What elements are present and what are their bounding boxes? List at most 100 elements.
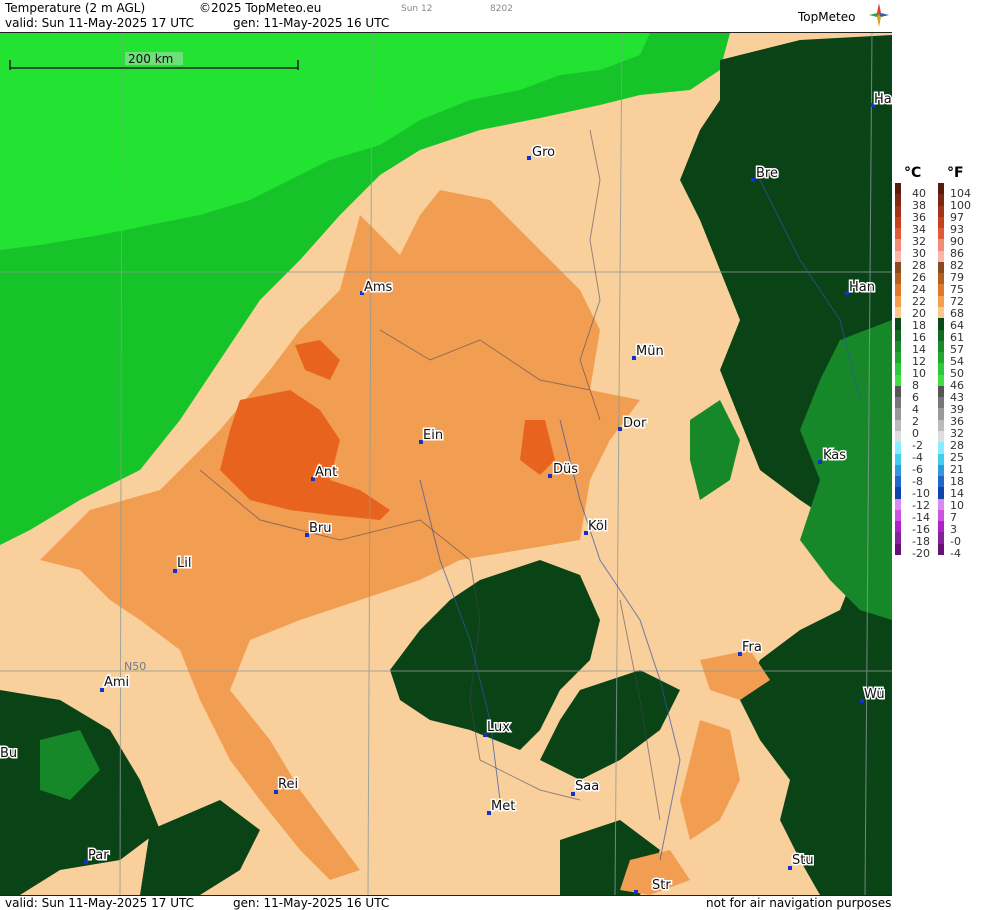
legend-swatch (895, 363, 901, 376)
legend-fahrenheit-label: 79 (950, 271, 964, 284)
legend-swatch (938, 273, 944, 285)
legend-swatch (938, 408, 944, 421)
legend-celsius-label: 22 (912, 295, 926, 308)
scale-label: 200 km (128, 52, 173, 66)
svg-text:Bru: Bru (309, 521, 332, 536)
legend-swatch (938, 498, 944, 511)
copyright: ©2025 TopMeteo.eu (199, 1, 322, 15)
legend-fahrenheit-label: 14 (950, 487, 964, 500)
map-header: Temperature (2 m AGL) ©2025 TopMeteo.eu … (0, 0, 892, 33)
svg-text:Ams: Ams (364, 280, 393, 295)
legend-celsius-label: 34 (912, 223, 926, 236)
city-rei: Rei (274, 776, 300, 794)
legend-celsius-label: 0 (912, 427, 919, 440)
legend-fahrenheit-label: 82 (950, 259, 964, 272)
legend-fahrenheit-label: 7 (950, 511, 957, 524)
legend-fahrenheit-label: 21 (950, 463, 964, 476)
legend-swatch (938, 476, 944, 488)
legend-celsius-label: 26 (912, 271, 926, 284)
legend-swatch (895, 498, 901, 511)
legend-fahrenheit-label: 72 (950, 295, 964, 308)
legend-swatch (938, 487, 944, 500)
city-gro: Gro (527, 144, 557, 162)
svg-text:Met: Met (491, 799, 515, 814)
legend-celsius-label: 20 (912, 307, 926, 320)
legend-swatch (895, 284, 901, 297)
legend-swatch (938, 532, 944, 545)
legend-celsius-label: 18 (912, 319, 926, 332)
legend-swatch (938, 183, 944, 195)
legend-swatch (895, 453, 901, 466)
legend-swatch (895, 340, 901, 353)
legend-swatch (938, 397, 944, 409)
svg-text:Rei: Rei (278, 777, 298, 792)
city-dor: Dor (618, 415, 648, 433)
legend-swatch (895, 374, 901, 387)
legend-swatch (895, 307, 901, 319)
city-met: Met (487, 798, 517, 816)
city-ha: Ha (871, 91, 892, 109)
legend-swatch (895, 352, 901, 364)
svg-text:Düs: Düs (553, 462, 578, 477)
legend-swatch (938, 194, 944, 207)
temperature-map[interactable]: 200 km N50 Gro Bre Ha Ams Han Mün Ein Do… (0, 33, 892, 895)
legend-swatch (938, 261, 944, 274)
legend-swatch (938, 228, 944, 240)
legend-fahrenheit-label: 36 (950, 415, 964, 428)
legend-swatch (938, 543, 944, 556)
legend-celsius-label: 12 (912, 355, 926, 368)
svg-text:Ein: Ein (423, 428, 443, 443)
legend-fahrenheit-label: 57 (950, 343, 964, 356)
legend-swatch (895, 532, 901, 545)
legend-fahrenheit-label: 86 (950, 247, 964, 260)
legend-celsius-label: -4 (912, 451, 923, 464)
disclaimer: not for air navigation purposes (706, 896, 892, 910)
legend-swatch (938, 329, 944, 342)
svg-text:Ha: Ha (874, 92, 892, 107)
svg-text:Mün: Mün (636, 344, 664, 359)
svg-text:Ant: Ant (315, 465, 337, 480)
legend-swatch (895, 543, 901, 556)
legend-celsius-label: 2 (912, 415, 919, 428)
legend-fahrenheit-label: 54 (950, 355, 964, 368)
legend-celsius-label: 30 (912, 247, 926, 260)
svg-text:Bre: Bre (756, 166, 778, 181)
topmeteo-logo[interactable]: TopMeteo (798, 10, 855, 24)
legend-fahrenheit-label: 68 (950, 307, 964, 320)
legend-swatch (938, 509, 944, 522)
legend-fahrenheit-label: 90 (950, 235, 964, 248)
legend-swatch (938, 239, 944, 252)
generated-time: gen: 11-May-2025 16 UTC (233, 16, 390, 30)
legend-swatch (938, 431, 944, 443)
legend-celsius-label: 28 (912, 259, 926, 272)
legend-swatch (938, 284, 944, 297)
legend-fahrenheit-label: 43 (950, 391, 964, 404)
legend-swatch (895, 431, 901, 443)
map-footer: valid: Sun 11-May-2025 17 UTC gen: 11-Ma… (0, 895, 892, 910)
legend-swatch (895, 261, 901, 274)
legend-swatch (895, 408, 901, 421)
city-koel: Köl (584, 518, 609, 536)
legend-celsius-label: -12 (912, 499, 930, 512)
legend-swatch (895, 385, 901, 398)
legend-swatch (895, 250, 901, 263)
legend-fahrenheit-label: 104 (950, 187, 971, 200)
legend-swatch (895, 228, 901, 240)
legend-fahrenheit-label: 10 (950, 499, 964, 512)
legend-swatch (938, 216, 944, 229)
city-par: Par (84, 847, 111, 865)
legend-celsius-label: 32 (912, 235, 926, 248)
legend-swatch (938, 442, 944, 455)
city-han: Han (845, 279, 876, 297)
svg-text:Fra: Fra (742, 640, 762, 655)
legend-celsius-label: -6 (912, 463, 923, 476)
legend-swatch (938, 363, 944, 376)
legend-swatch (938, 318, 944, 331)
svg-text:Gro: Gro (532, 145, 555, 160)
legend-fahrenheit-label: 39 (950, 403, 964, 416)
legend-celsius-label: -10 (912, 487, 930, 500)
svg-text:Bu: Bu (0, 746, 17, 761)
legend-celsius-label: -2 (912, 439, 923, 452)
legend-swatch (938, 205, 944, 218)
legend-swatch (895, 239, 901, 252)
